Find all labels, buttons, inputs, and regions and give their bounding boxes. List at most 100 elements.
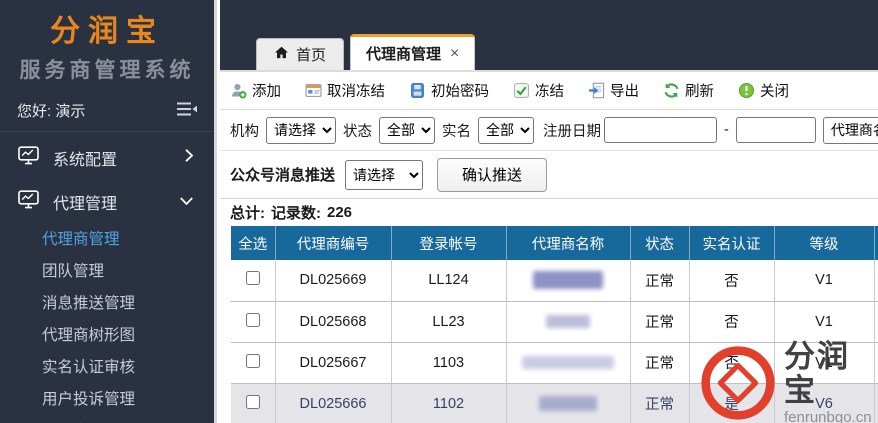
wechat-push-bar: 公众号消息推送 请选择 确认推送 [220, 151, 878, 199]
row-checkbox[interactable] [245, 353, 260, 368]
user-greeting-bar: 您好: 演示 [0, 90, 214, 132]
level-cell: V1 [774, 342, 875, 384]
masked-agent-name [539, 396, 597, 412]
brand-logo: 分润宝 [50, 15, 164, 48]
summary-bar: 总计: 记录数: 226 [220, 199, 878, 226]
freeze-button[interactable]: 冻结 [513, 80, 564, 101]
initial-password-button[interactable]: 初始密码 [409, 80, 489, 101]
date-range-dash: - [724, 122, 729, 138]
add-user-icon [231, 84, 247, 99]
tab-close-icon[interactable]: × [450, 45, 459, 63]
close-button[interactable]: 关闭 [738, 80, 789, 101]
header-login-account: 登录帐号 [391, 226, 507, 260]
cancel-freeze-button[interactable]: 取消冻结 [305, 80, 385, 101]
search-field-select[interactable]: 代理商名称 [822, 116, 878, 144]
regdate-from-input[interactable] [604, 117, 717, 143]
sidebar: 分润宝 服务商管理系统 您好: 演示 系统配置 代理管理 代理商管理 团队管理 … [0, 0, 217, 423]
login-account-cell: LL124 [391, 260, 507, 302]
row-select-cell[interactable] [231, 301, 276, 343]
tab-home[interactable]: 首页 [256, 38, 345, 70]
row-select-cell[interactable] [231, 383, 276, 423]
login-account-cell: 1103 [391, 342, 507, 384]
sidebar-item-agent-tree[interactable]: 代理商树形图 [0, 320, 214, 352]
row-select-cell[interactable] [231, 342, 276, 384]
sidebar-item-agent-manage[interactable]: 代理商管理 [0, 224, 214, 256]
agent-code-cell: DL025667 [275, 342, 392, 384]
realname-select[interactable]: 全部 [478, 116, 534, 144]
agent-name-cell [506, 260, 631, 302]
status-select[interactable]: 全部 [379, 116, 435, 144]
tab-label: 代理商管理 [366, 46, 442, 63]
regdate-to-input[interactable] [735, 117, 816, 143]
table-row[interactable]: DL025666 1102 正常是 V6 [231, 383, 878, 423]
confirm-push-button[interactable]: 确认推送 [437, 157, 548, 192]
unfreeze-icon [305, 84, 322, 97]
tab-strip: 首页 代理商管理 × [256, 34, 476, 70]
masked-agent-name [522, 356, 614, 370]
sidebar-item-message-push[interactable]: 消息推送管理 [0, 288, 214, 320]
agent-name-cell [506, 301, 631, 343]
extra-cell [874, 260, 878, 302]
realname-verified-cell: 否 [689, 301, 775, 343]
sidebar-item-agent-management[interactable]: 代理管理 [0, 180, 214, 224]
collapse-menu-icon[interactable] [176, 101, 198, 121]
row-checkbox[interactable] [245, 271, 260, 286]
table-row[interactable]: DL025669 LL124 正常否 V1 [231, 260, 878, 302]
greeting-text: 您好: 演示 [17, 103, 86, 120]
header-realname-verified: 实名认证 [689, 226, 775, 260]
tab-agent-management[interactable]: 代理商管理 × [350, 34, 476, 70]
agent-table-body: DL025669 LL124 正常否 V1 DL025668 LL23 正常否 V1 DL025… [231, 260, 878, 423]
agent-submenu: 代理商管理 团队管理 消息推送管理 代理商树形图 实名认证审核 用户投诉管理 代… [0, 224, 214, 423]
sidebar-item-team-manage[interactable]: 团队管理 [0, 256, 214, 288]
refresh-button[interactable]: 刷新 [663, 80, 714, 101]
header-agent-name: 代理商名称 [506, 226, 631, 260]
level-cell: V1 [774, 301, 875, 343]
push-template-select[interactable]: 请选择 [345, 159, 424, 190]
sidebar-item-complaints[interactable]: 用户投诉管理 [0, 384, 214, 416]
refresh-icon [664, 83, 679, 98]
export-button[interactable]: 导出 [588, 80, 639, 101]
status-cell: 正常 [630, 301, 690, 343]
extra-cell [874, 383, 878, 423]
reset-password-icon [411, 83, 424, 98]
row-select-cell[interactable] [231, 260, 276, 302]
row-checkbox[interactable] [245, 394, 260, 409]
table-row[interactable]: DL025668 LL23 正常否 V1 [231, 301, 878, 343]
status-cell: 正常 [630, 260, 690, 302]
monitor-chart-icon [18, 146, 39, 170]
org-select[interactable]: 请选择 [266, 116, 336, 144]
status-cell: 正常 [630, 383, 690, 423]
header-extra [874, 226, 878, 260]
realname-verified-cell: 否 [689, 342, 775, 384]
agent-code-cell: DL025666 [275, 383, 392, 423]
sidebar-item-realname-audit[interactable]: 实名认证审核 [0, 352, 214, 384]
agent-code-cell: DL025668 [275, 301, 392, 343]
header-select-all[interactable]: 全选 [231, 226, 276, 260]
menu-label: 代理管理 [53, 196, 118, 213]
freeze-check-icon [514, 83, 529, 98]
export-icon [589, 82, 605, 99]
brand-subtitle: 服务商管理系统 [19, 59, 195, 82]
masked-agent-name [546, 315, 590, 329]
table-row[interactable]: DL025667 1103 正常否 V1 [231, 342, 878, 384]
menu-label: 系统配置 [53, 152, 118, 169]
header-level: 等级 [774, 226, 875, 260]
wechat-push-label: 公众号消息推送 [230, 167, 336, 184]
chevron-down-icon [179, 193, 194, 211]
brand-block: 分润宝 服务商管理系统 [0, 0, 214, 84]
add-button[interactable]: 添加 [230, 80, 281, 101]
realname-filter-label: 实名 [442, 123, 471, 140]
status-filter-label: 状态 [343, 123, 372, 140]
sidebar-item-agent-policy[interactable]: 代理商政策 [0, 416, 214, 423]
chevron-right-icon [184, 148, 194, 168]
agent-code-cell: DL025669 [275, 260, 392, 302]
monitor-chart-icon [18, 190, 39, 214]
row-checkbox[interactable] [245, 312, 260, 327]
tab-label: 首页 [296, 47, 327, 64]
filter-bar: 机构 请选择 状态 全部 实名 全部 注册日期 - 代理商名称 [220, 110, 878, 151]
agent-name-cell [506, 342, 631, 384]
close-circle-icon [738, 82, 755, 99]
realname-verified-cell: 否 [689, 260, 775, 302]
sidebar-item-system-config[interactable]: 系统配置 [0, 136, 214, 180]
org-filter-label: 机构 [230, 123, 259, 140]
